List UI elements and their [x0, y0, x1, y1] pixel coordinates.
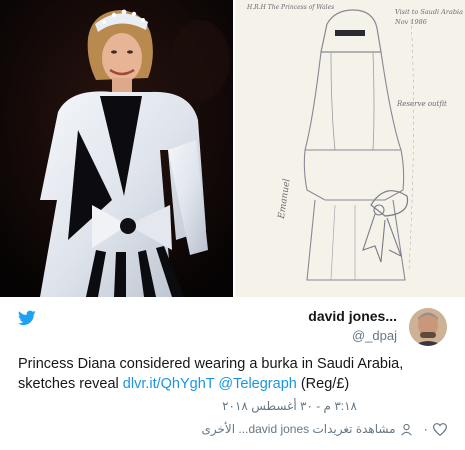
author-block[interactable]: david jones... @_dpaj — [308, 308, 397, 344]
sketch-note-visit: Visit to Saudi Arabia — [395, 8, 463, 16]
tweet-actions: مشاهدة تغريدات david jones... الأخرى ٠ — [201, 422, 447, 436]
tweet-media[interactable]: H.R.H The Princess of Wales Visit to Sau… — [0, 0, 465, 297]
avatar[interactable] — [409, 308, 447, 346]
heart-icon[interactable] — [433, 422, 447, 436]
diana-photo[interactable] — [0, 0, 233, 297]
author-name[interactable]: david jones... — [308, 308, 397, 325]
sketch-drawing — [235, 0, 465, 297]
tweet-text-tail: (Reg/£) — [296, 376, 350, 392]
person-icon — [400, 423, 412, 436]
like-count: ٠ — [422, 422, 429, 436]
burka-sketch[interactable]: H.R.H The Princess of Wales Visit to Sau… — [235, 0, 465, 297]
twitter-bird-icon[interactable] — [18, 310, 36, 326]
author-handle[interactable]: @_dpaj — [308, 328, 397, 344]
sketch-note-date: Nov 1986 — [395, 18, 427, 26]
photo-illustration — [0, 0, 233, 297]
tweet-mention[interactable]: @Telegraph — [218, 376, 296, 392]
sketch-note-title: H.R.H The Princess of Wales — [247, 4, 335, 11]
sketch-note-reserve: Reserve outfit — [397, 100, 447, 108]
avatar-image — [409, 308, 447, 346]
tweet-text: Princess Diana considered wearing a burk… — [18, 354, 448, 394]
tweet-timestamp[interactable]: ٣:١٨ م - ٣٠ أغسطس ٢٠١٨ — [222, 399, 357, 413]
others-tweets-link[interactable]: مشاهدة تغريدات david jones... الأخرى — [201, 422, 395, 436]
tweet-card: H.R.H The Princess of Wales Visit to Sau… — [0, 0, 465, 450]
tweet-link[interactable]: dlvr.it/QhYghT — [123, 376, 215, 392]
